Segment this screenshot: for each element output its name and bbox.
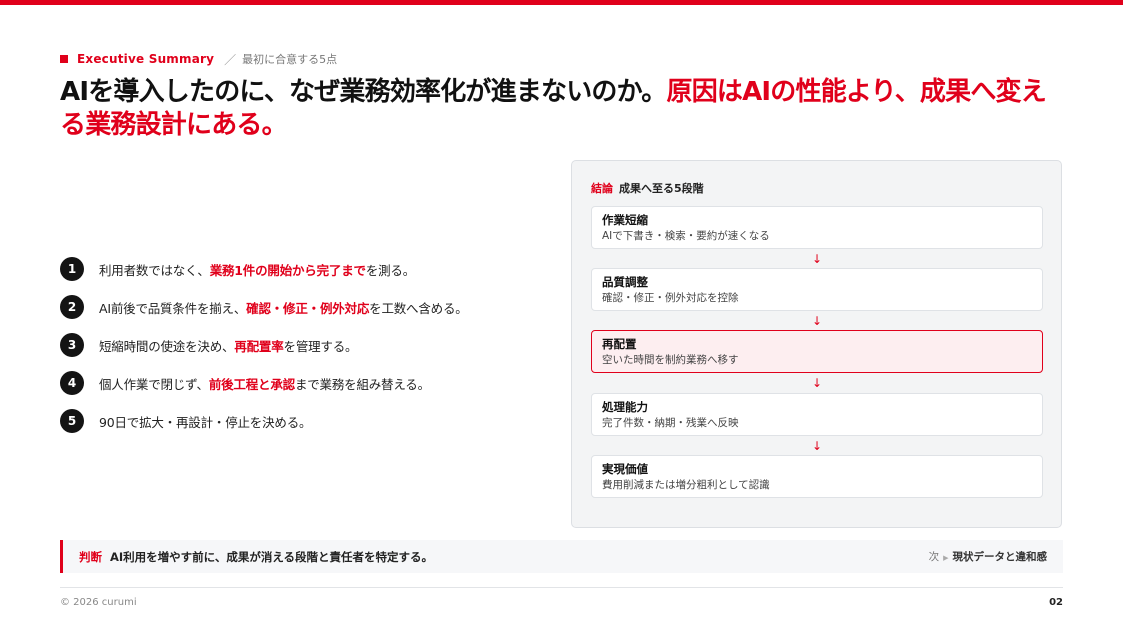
section-label-en: Executive Summary [77,52,215,66]
key-point-text: 個人作業で閉じず、前後工程と承認まで業務を組み替える。 [99,376,430,392]
step-desc: 空いた時間を制約業務へ移す [602,354,739,366]
number-badge: 5 [60,409,84,433]
page-title: AIを導入したのに、なぜ業務効率化が進まないのか。原因はAIの性能より、成果へ変… [60,76,1070,142]
triangle-right-icon: ▶ [943,554,949,562]
next-text: 現状データと違和感 [952,551,1048,563]
arrow-down-icon: ↓ [811,376,823,390]
copyright: © 2026 curumi [60,597,137,608]
footer-divider [60,587,1063,588]
top-accent-bar [0,0,1123,5]
step-desc: 確認・修正・例外対応を控除 [602,292,739,304]
key-point-1: 1 利用者数ではなく、業務1件の開始から完了までを測る。 [60,256,550,282]
step-title: 実現価値 [602,462,648,476]
arrow-down-icon: ↓ [811,252,823,266]
key-point-text: 短縮時間の使途を決め、再配置率を管理する。 [99,338,358,354]
section-label: Executive Summary ／ 最初に合意する5点 [60,51,337,67]
page-number: 02 [1049,597,1063,608]
step-card-3: 再配置 空いた時間を制約業務へ移す [591,330,1043,373]
arrow-down-icon: ↓ [811,439,823,453]
key-point-text: AI前後で品質条件を揃え、確認・修正・例外対応を工数へ含める。 [99,300,468,316]
key-point-5: 5 90日で拡大・再設計・停止を決める。 [60,408,550,434]
conclusion-panel: 結論 成果へ至る5段階 作業短縮 AIで下書き・検索・要約が速くなる ↓ 品質調整… [571,160,1062,528]
step-card-2: 品質調整 確認・修正・例外対応を控除 [591,268,1043,311]
step-card-1: 作業短縮 AIで下書き・検索・要約が速くなる [591,206,1043,249]
number-badge: 2 [60,295,84,319]
key-point-4: 4 個人作業で閉じず、前後工程と承認まで業務を組み替える。 [60,370,550,396]
key-point-3: 3 短縮時間の使途を決め、再配置率を管理する。 [60,332,550,358]
next-label: 次 [928,551,940,563]
step-title: 作業短縮 [602,213,648,227]
step-desc: AIで下書き・検索・要約が速くなる [602,230,770,242]
key-point-text: 利用者数ではなく、業務1件の開始から完了までを測る。 [99,262,416,278]
step-card-4: 処理能力 完了件数・納期・残業へ反映 [591,393,1043,436]
judgement-text: AI利用を増やす前に、成果が消える段階と責任者を特定する。 [110,549,433,564]
slash-divider: ／ [224,52,237,67]
title-black: AIを導入したのに、なぜ業務効率化が進まないのか。 [60,77,667,107]
judgement-bar: 判断 AI利用を増やす前に、成果が消える段階と責任者を特定する。 次 ▶ 現状データ… [60,540,1063,573]
red-square-icon [60,55,68,63]
conclusion-tag: 結論 [591,182,613,195]
arrow-down-icon: ↓ [811,314,823,328]
number-badge: 3 [60,333,84,357]
section-label-sub: 最初に合意する5点 [242,53,338,66]
number-badge: 4 [60,371,84,395]
step-desc: 費用削減または増分粗利として認識 [602,479,770,491]
step-desc: 完了件数・納期・残業へ反映 [602,417,739,429]
step-title: 再配置 [602,337,637,351]
key-point-2: 2 AI前後で品質条件を揃え、確認・修正・例外対応を工数へ含める。 [60,294,550,320]
panel-heading: 結論 成果へ至る5段階 [591,180,704,196]
number-badge: 1 [60,257,84,281]
panel-title: 成果へ至る5段階 [619,182,704,195]
key-point-text: 90日で拡大・再設計・停止を決める。 [99,414,312,430]
next-hint: 次 ▶ 現状データと違和感 [929,549,1047,564]
judgement-tag: 判断 [79,549,102,564]
step-title: 処理能力 [602,400,648,414]
key-points-list: 1 利用者数ではなく、業務1件の開始から完了までを測る。 2 AI前後で品質条件… [60,256,550,446]
step-card-5: 実現価値 費用削減または増分粗利として認識 [591,455,1043,498]
step-title: 品質調整 [602,275,648,289]
